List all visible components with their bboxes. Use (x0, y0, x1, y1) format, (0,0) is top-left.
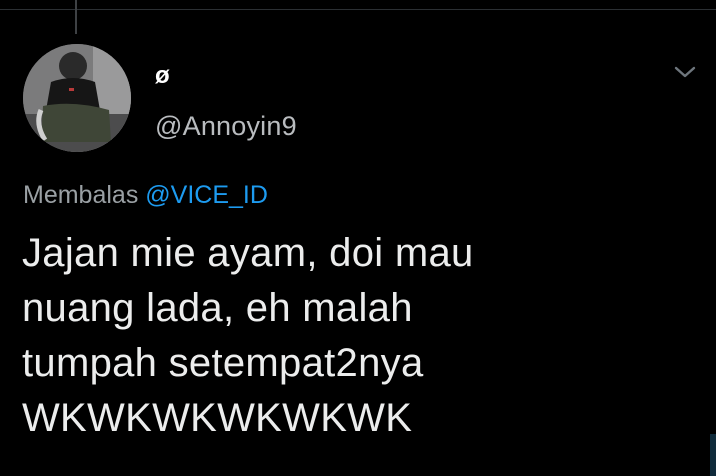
top-divider (0, 0, 716, 10)
user-handle[interactable]: @Annoyin9 (155, 110, 297, 142)
tweet-text: Jajan mie ayam, doi mau nuang lada, eh m… (22, 231, 474, 440)
reply-prefix: Membalas (23, 181, 139, 209)
display-name[interactable]: ø (155, 62, 170, 90)
reply-context: Membalas @VICE_ID (23, 180, 268, 210)
avatar-photo (23, 44, 131, 152)
chevron-down-icon[interactable] (672, 62, 698, 82)
reply-to-handle-link[interactable]: @VICE_ID (145, 181, 268, 209)
thread-connector-line (75, 0, 77, 34)
edge-indicator (710, 434, 716, 476)
avatar[interactable] (23, 44, 131, 152)
